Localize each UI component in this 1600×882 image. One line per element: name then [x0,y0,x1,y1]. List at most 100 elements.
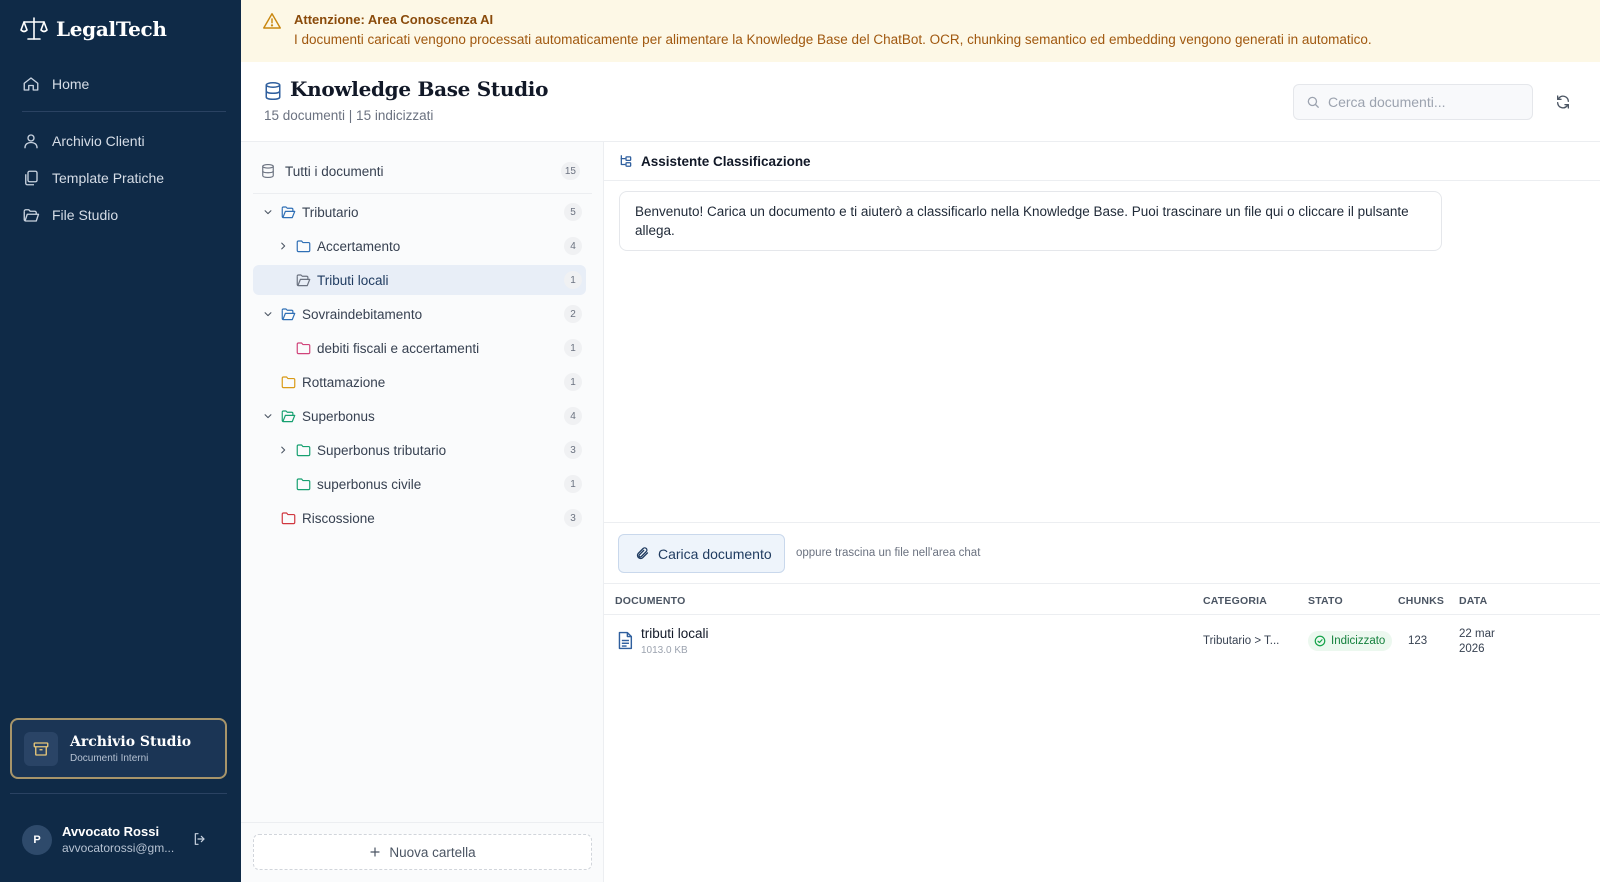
folder-tree-panel: Tutti i documenti 15 Tributario 5 Accertam… [241,142,604,882]
tree-folder-item[interactable]: debiti fiscali e accertamenti 1 [253,333,586,363]
sidebar-item-home[interactable]: Home [22,75,89,93]
column-header-document[interactable]: DOCUMENTO [615,595,685,607]
sidebar-item-template-pratiche[interactable]: Template Pratiche [22,169,164,187]
tree-folder-item[interactable]: Accertamento 4 [253,231,586,261]
tree-item-label: Tributario [302,204,359,220]
user-icon [22,132,40,150]
tree-item-label: Tributi locali [317,272,389,288]
count-badge: 1 [564,373,582,391]
chat-title: Assistente Classificazione [641,153,811,169]
sidebar-item-archivio-clienti[interactable]: Archivio Clienti [22,132,145,150]
archivio-studio-card[interactable]: Archivio Studio Documenti Interni [10,718,227,779]
count-badge: 4 [564,407,582,425]
archive-box-icon [24,731,58,766]
tree-divider [241,822,603,823]
sidebar-divider [10,793,227,794]
chevron-down-icon[interactable] [261,207,275,217]
search-input[interactable] [1328,94,1518,110]
warning-banner: Attenzione: Area Conoscenza AI I documen… [241,0,1600,62]
folder-open-icon [281,409,296,423]
count-badge: 3 [564,441,582,459]
scales-icon [20,16,48,42]
documents-table-header: DOCUMENTO CATEGORIA STATO CHUNKS DATA [604,585,1600,615]
tree-item-label: superbonus civile [317,476,422,492]
column-header-status[interactable]: STATO [1308,595,1343,607]
status-badge: Indicizzato [1308,631,1393,651]
user-email: avvocatorossi@gm... [62,841,175,855]
tree-item-label: Accertamento [317,238,401,254]
sidebar: LegalTech Home Archivio Clienti Template… [0,0,241,882]
chevron-down-icon[interactable] [261,309,275,319]
column-header-date[interactable]: DATA [1459,595,1487,607]
page-header: Knowledge Base Studio 15 documenti | 15 … [241,62,1600,142]
document-icon [617,631,633,650]
classification-assistant-panel: Assistente Classificazione Benvenuto! Ca… [604,142,1600,882]
studio-card-subtitle: Documenti Interni [70,752,149,764]
sidebar-item-label: Archivio Clienti [52,133,145,149]
chat-header: Assistente Classificazione [604,142,1600,181]
upload-button-label: Carica documento [658,545,772,562]
hierarchy-icon [619,154,633,168]
user-name: Avvocato Rossi [62,824,160,839]
check-circle-icon [1314,635,1326,647]
document-name: tributi locali [641,626,709,641]
logout-button[interactable] [192,831,208,847]
folder-open-icon [281,205,296,219]
tree-folder-item[interactable]: Tributario 5 [253,197,586,227]
tree-folder-item[interactable]: Rottamazione 1 [253,367,586,397]
paperclip-icon [635,546,650,561]
count-badge: 1 [564,271,582,289]
sidebar-item-label: Template Pratiche [52,170,165,186]
upload-hint: oppure trascina un file nell'area chat [796,547,981,559]
tree-item-label: Superbonus tributario [317,442,447,458]
database-icon [264,81,282,101]
count-badge: 5 [564,203,582,221]
upload-document-button[interactable]: Carica documento [618,534,785,573]
chevron-right-icon[interactable] [276,241,290,251]
search-icon [1306,95,1320,109]
document-size: 1013.0 KB [641,645,688,656]
tree-folder-item[interactable]: Sovraindebitamento 2 [253,299,586,329]
search-box [1293,84,1533,120]
tree-item-label: Riscossione [302,510,375,526]
refresh-button[interactable] [1555,94,1571,110]
user-profile[interactable]: P Avvocato Rossi avvocatorossi@gm... [22,824,174,855]
column-header-category[interactable]: CATEGORIA [1203,595,1267,607]
brand[interactable]: LegalTech [20,16,167,42]
brand-name: LegalTech [56,17,167,41]
tree-folder-item[interactable]: Superbonus tributario 3 [253,435,586,465]
new-folder-button[interactable]: Nuova cartella [253,834,592,870]
nav-divider [22,111,226,112]
tree-folder-item[interactable]: Superbonus 4 [253,401,586,431]
assistant-message: Benvenuto! Carica un documento e ti aiut… [619,191,1442,251]
page-title: Knowledge Base Studio [290,77,549,101]
chevron-down-icon[interactable] [261,411,275,421]
banner-text: I documenti caricati vengono processati … [294,32,1372,47]
sidebar-item-file-studio[interactable]: File Studio [22,206,118,224]
count-badge: 4 [564,237,582,255]
folder-open-icon [296,273,311,287]
banner-title: Attenzione: Area Conoscenza AI [294,12,494,27]
home-icon [22,75,40,93]
upload-bar: Carica documento oppure trascina un file… [604,522,1600,584]
tree-item-all-documents[interactable]: Tutti i documenti 15 [253,156,584,186]
folder-icon [296,443,311,457]
folder-open-icon [22,206,40,224]
document-category: Tributario > T... [1203,635,1280,647]
chevron-right-icon[interactable] [276,445,290,455]
tree-folder-item[interactable]: Tributi locali 1 [253,265,586,295]
column-header-chunks[interactable]: CHUNKS [1398,595,1444,607]
database-icon [261,163,275,179]
document-chunks: 123 [1408,635,1428,647]
folder-icon [281,511,296,525]
table-row[interactable]: tributi locali 1013.0 KB Tributario > T.… [604,616,1600,666]
tree-item-label: Rottamazione [302,374,386,390]
count-badge: 2 [564,305,582,323]
folder-open-icon [281,307,296,321]
studio-card-title: Archivio Studio [70,733,192,750]
tree-folder-item[interactable]: Riscossione 3 [253,503,586,533]
refresh-icon [1555,94,1571,110]
count-badge: 1 [564,339,582,357]
page-subtitle: 15 documenti | 15 indicizzati [264,108,434,123]
tree-folder-item[interactable]: superbonus civile 1 [253,469,586,499]
